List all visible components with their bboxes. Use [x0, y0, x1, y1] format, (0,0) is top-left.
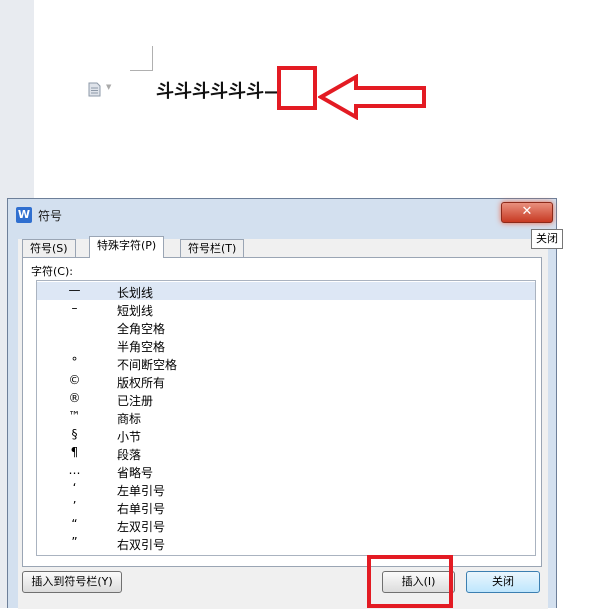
character-name: 省略号 [117, 466, 154, 480]
list-item[interactable]: ® 已注册 [37, 390, 535, 408]
character-glyph: ” [71, 535, 78, 549]
characters-label: 字符(C): [31, 265, 73, 278]
character-name: 已注册 [117, 394, 154, 408]
character-name: 小节 [117, 430, 142, 444]
close-button[interactable]: 关闭 [466, 571, 540, 593]
character-name: 右双引号 [117, 538, 166, 552]
list-item[interactable]: 全角空格 [37, 318, 535, 336]
character-glyph: ™ [68, 409, 81, 423]
highlight-box-insert-button [367, 555, 453, 608]
tab-symbols[interactable]: 符号(S) [22, 239, 76, 257]
character-glyph: ¶ [70, 445, 79, 459]
character-glyph: “ [71, 517, 78, 531]
close-tooltip: 关闭 [531, 229, 563, 249]
list-item[interactable]: — 长划线 [37, 282, 535, 300]
dialog-title: 符号 [38, 209, 63, 223]
character-name: 商标 [117, 412, 142, 426]
character-glyph: © [68, 373, 81, 387]
character-glyph: … [68, 463, 81, 477]
list-item[interactable]: ‘ 左单引号 [37, 480, 535, 498]
character-glyph: ’ [72, 499, 77, 513]
insert-to-symbol-bar-button[interactable]: 插入到符号栏(Y) [22, 571, 122, 593]
character-glyph: ° [71, 355, 78, 369]
list-item[interactable]: … 省略号 [37, 462, 535, 480]
character-glyph: – [71, 301, 78, 315]
character-name: 不间断空格 [117, 358, 178, 372]
list-item[interactable]: ° 不间断空格 [37, 354, 535, 372]
paragraph-layout-icon[interactable] [88, 82, 101, 97]
special-characters-panel: 字符(C): — 长划线 – 短划线 全角空格 半角空格 ° 不间断空格 © 版权所有 … [22, 257, 542, 567]
list-item[interactable]: 半角空格 [37, 336, 535, 354]
character-glyph: — [68, 283, 81, 297]
character-name: 左双引号 [117, 520, 166, 534]
list-item[interactable]: ’ 右单引号 [37, 498, 535, 516]
list-item[interactable]: ” 右双引号 [37, 534, 535, 552]
list-item[interactable]: § 小节 [37, 426, 535, 444]
document-text[interactable]: 斗斗斗斗斗斗— [156, 77, 282, 103]
highlight-box-inserted-dash [277, 66, 317, 110]
character-name: 段落 [117, 448, 142, 462]
wps-writer-icon: W [16, 207, 32, 223]
character-name: 全角空格 [117, 322, 166, 336]
character-name: 长划线 [117, 286, 154, 300]
close-icon[interactable]: ✕ [501, 202, 553, 223]
character-name: 左单引号 [117, 484, 166, 498]
character-glyph: ® [68, 391, 81, 405]
character-glyph: ‘ [72, 481, 77, 495]
character-name: 版权所有 [117, 376, 166, 390]
symbol-dialog: W 符号 ✕ 符号(S) 特殊字符(P) 符号栏(T) 字符(C): — 长划线 … [7, 198, 557, 609]
character-list[interactable]: — 长划线 – 短划线 全角空格 半角空格 ° 不间断空格 © 版权所有 ® 已注册 ™ 商… [36, 280, 536, 556]
chevron-down-icon[interactable]: ▼ [106, 83, 111, 91]
tab-special-characters[interactable]: 特殊字符(P) [89, 236, 165, 258]
list-item[interactable]: “ 左双引号 [37, 516, 535, 534]
character-name: 短划线 [117, 304, 154, 318]
list-item[interactable]: © 版权所有 [37, 372, 535, 390]
character-name: 右单引号 [117, 502, 166, 516]
page-margin-marker [130, 46, 153, 71]
list-item[interactable]: ¶ 段落 [37, 444, 535, 462]
dialog-titlebar[interactable]: W 符号 ✕ [8, 199, 556, 229]
dialog-body: 符号(S) 特殊字符(P) 符号栏(T) 字符(C): — 长划线 – 短划线 全角… [18, 236, 548, 609]
list-item[interactable]: – 短划线 [37, 300, 535, 318]
character-name: 半角空格 [117, 340, 166, 354]
left-arrow-annotation [318, 74, 426, 120]
tab-symbol-bar[interactable]: 符号栏(T) [180, 239, 245, 257]
list-item[interactable]: ™ 商标 [37, 408, 535, 426]
character-glyph: § [71, 427, 78, 441]
